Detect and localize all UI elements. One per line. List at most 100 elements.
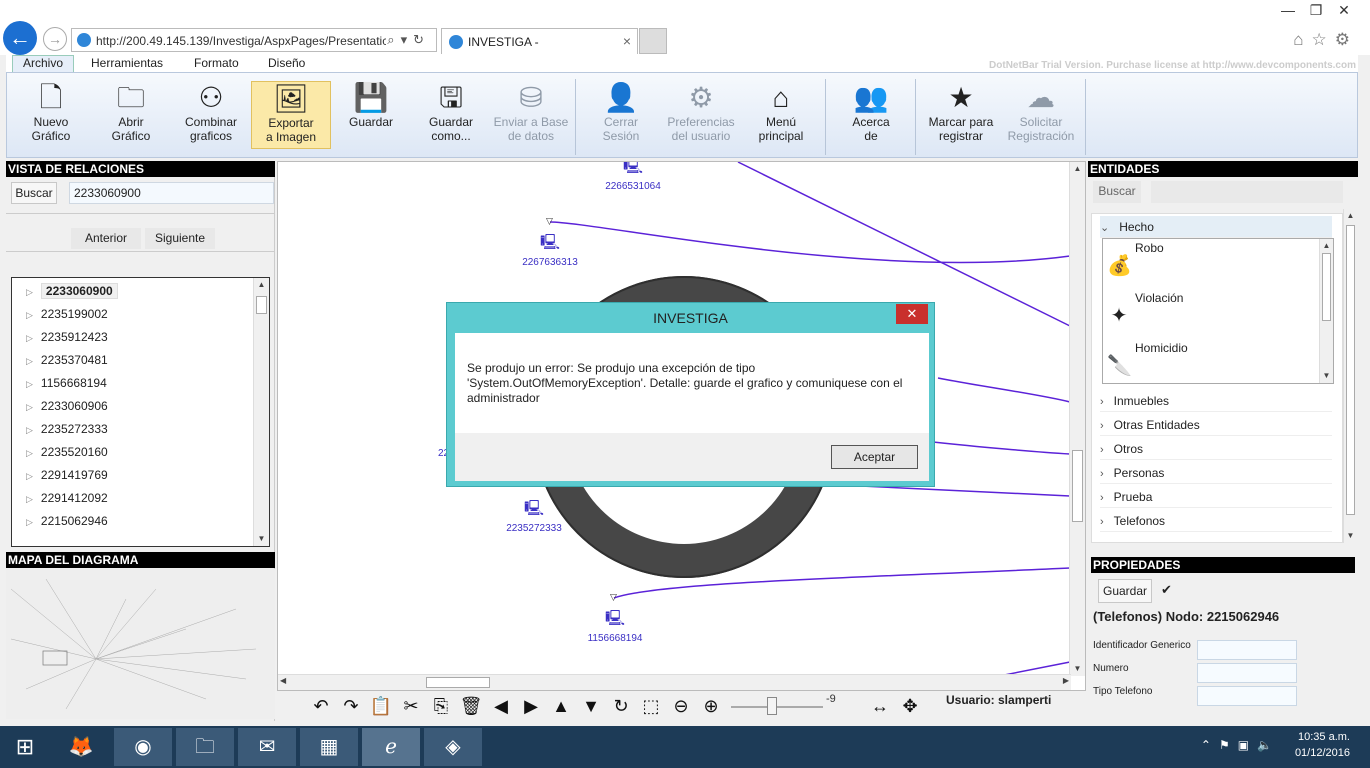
aceptar-button[interactable]: Aceptar — [831, 445, 918, 469]
cut-icon[interactable]: ✂ — [399, 694, 423, 718]
expand-icon[interactable]: ▷ — [26, 471, 33, 481]
category-otras-entidades[interactable]: › Otras Entidades — [1100, 414, 1332, 436]
scroll-left-icon[interactable]: ◀ — [280, 676, 286, 685]
tree-item[interactable]: ▷ 2233060906 — [26, 396, 108, 416]
tree-item[interactable]: ▷ 2235272333 — [26, 419, 108, 439]
app-icon[interactable]: ◈ — [424, 728, 482, 766]
chevron-down-icon[interactable]: ⌄ — [1100, 222, 1109, 234]
tipo-telefono-field[interactable] — [1197, 686, 1297, 706]
flag-icon[interactable]: ⚑ — [1219, 738, 1238, 752]
scroll-right-icon[interactable]: ▶ — [1063, 676, 1069, 685]
refresh-icon[interactable]: ↻ — [413, 32, 430, 47]
pan-icon[interactable]: ✥ — [898, 694, 922, 718]
arrow-right-icon[interactable]: ▶ — [519, 694, 543, 718]
paste-icon[interactable]: 📋 — [369, 694, 393, 718]
expand-icon[interactable]: ▷ — [26, 287, 33, 297]
acerca-de-button[interactable]: 👥 Acerca de — [831, 81, 911, 149]
zoom-in-icon[interactable]: ⊕ — [699, 694, 723, 718]
category-prueba[interactable]: › Prueba — [1100, 486, 1332, 508]
phone-node[interactable]: 🖳 2266531064 — [593, 162, 673, 192]
enviar-base-button[interactable]: ⛁ Enviar a Base de datos — [491, 81, 571, 149]
rotate-icon[interactable]: ↻ — [609, 694, 633, 718]
expand-icon[interactable]: ▷ — [26, 310, 33, 320]
identificador-field[interactable] — [1197, 640, 1297, 660]
chevron-right-icon[interactable]: › — [1100, 468, 1104, 480]
tree-item[interactable]: ▷ 2235520160 — [26, 442, 108, 462]
tree-item[interactable]: ▷ 2291412092 — [26, 488, 108, 508]
solicitar-registracion-button[interactable]: ☁ Solicitar Registración — [1001, 81, 1081, 149]
scroll-thumb[interactable] — [1346, 225, 1355, 515]
entity-item-violacion[interactable]: ✦ Violación — [1105, 289, 1315, 337]
address-tools[interactable]: ⌕▾↻ — [387, 32, 430, 48]
category-telefonos[interactable]: › Telefonos — [1100, 510, 1332, 532]
chevron-right-icon[interactable]: › — [1100, 492, 1104, 504]
phone-node[interactable]: ▽ 🖳 1156668194 — [575, 592, 655, 644]
menu-principal-button[interactable]: ⌂ Menú principal — [741, 81, 821, 149]
file-explorer-icon[interactable]: 🗀 — [176, 728, 234, 766]
close-tab-icon[interactable]: × — [623, 33, 631, 49]
dialog-close-button[interactable]: ✕ — [896, 304, 928, 324]
internet-explorer-icon[interactable]: ℯ — [362, 728, 420, 766]
new-tab-button[interactable] — [639, 28, 667, 54]
canvas-vscroll[interactable]: ▲ ▼ — [1069, 162, 1085, 676]
properties-save-button[interactable]: Guardar — [1098, 579, 1152, 603]
zoom-slider-thumb[interactable] — [767, 697, 777, 715]
entities-search-button[interactable]: Buscar — [1093, 181, 1141, 203]
menu-tab-archivo[interactable]: Archivo — [12, 55, 74, 73]
menu-tab-formato[interactable]: Formato — [194, 56, 239, 70]
select-all-icon[interactable]: ⬚ — [639, 694, 663, 718]
entity-item-robo[interactable]: 💰 Robo — [1105, 239, 1315, 287]
thunderbird-icon[interactable]: ✉ — [238, 728, 296, 766]
expand-icon[interactable]: ▷ — [26, 494, 33, 504]
browser-tab[interactable]: INVESTIGA - × — [441, 28, 638, 54]
relations-search-button[interactable]: Buscar — [11, 182, 57, 204]
phone-node[interactable]: 🖳 2235272333 — [494, 498, 574, 534]
tree-item[interactable]: ▷ 2215062946 — [26, 511, 108, 531]
scroll-down-icon[interactable]: ▼ — [1344, 529, 1357, 543]
siguiente-button[interactable]: Siguiente — [145, 228, 215, 249]
arrow-up-icon[interactable]: ▲ — [549, 694, 573, 718]
zoom-slider-track[interactable] — [731, 706, 823, 708]
volume-icon[interactable]: 🔈 — [1257, 738, 1280, 752]
expand-icon[interactable]: ▷ — [26, 425, 33, 435]
category-personas[interactable]: › Personas — [1100, 462, 1332, 484]
cerrar-sesion-button[interactable]: 👤 Cerrar Sesión — [581, 81, 661, 149]
scroll-thumb[interactable] — [1072, 450, 1083, 522]
nuevo-grafico-button[interactable]: 🗋 Nuevo Gráfico — [11, 81, 91, 149]
chevron-right-icon[interactable]: › — [1100, 444, 1104, 456]
tree-item[interactable]: ▷ 2291419769 — [26, 465, 108, 485]
tree-item[interactable]: ▷ 2235370481 — [26, 350, 108, 370]
tree-item[interactable]: ▷ 2233060900 — [26, 281, 118, 301]
menu-tab-herramientas[interactable]: Herramientas — [91, 56, 163, 70]
forward-button[interactable]: → — [43, 27, 67, 51]
search-icon[interactable]: ⌕ — [387, 32, 400, 47]
tree-item[interactable]: ▷ 2235199002 — [26, 304, 108, 324]
chevron-up-icon[interactable]: ⌃ — [1201, 738, 1219, 752]
canvas-hscroll[interactable]: ◀ ▶ — [278, 674, 1071, 690]
favorites-star-icon[interactable]: ☆ — [1312, 30, 1335, 49]
scroll-thumb[interactable] — [426, 677, 490, 688]
expand-icon[interactable]: ▷ — [26, 517, 33, 527]
expand-icon[interactable]: ▷ — [26, 402, 33, 412]
marcar-registrar-button[interactable]: ★ Marcar para registrar — [921, 81, 1001, 149]
abrir-grafico-button[interactable]: 🗀 Abrir Gráfico — [91, 81, 171, 149]
scroll-down-icon[interactable]: ▼ — [1070, 662, 1085, 676]
clock[interactable]: 10:35 a.m. 01/12/2016 — [1295, 729, 1350, 761]
category-hecho[interactable]: ⌄ Hecho — [1100, 216, 1332, 238]
settings-gear-icon[interactable]: ⚙ — [1335, 30, 1358, 49]
anterior-button[interactable]: Anterior — [71, 228, 141, 249]
copy-icon[interactable]: ⎘ — [429, 694, 453, 718]
scroll-up-icon[interactable]: ▲ — [1320, 239, 1333, 253]
arrow-left-icon[interactable]: ◀ — [489, 694, 513, 718]
scroll-up-icon[interactable]: ▲ — [1070, 162, 1085, 176]
scroll-up-icon[interactable]: ▲ — [254, 278, 269, 292]
spreadsheet-icon[interactable]: ▦ — [300, 728, 358, 766]
expand-icon[interactable]: ▷ — [26, 333, 33, 343]
zoom-out-icon[interactable]: ⊖ — [669, 694, 693, 718]
windows-start-icon[interactable]: ⊞ — [8, 734, 42, 760]
expand-icon[interactable]: ▷ — [26, 356, 33, 366]
chevron-right-icon[interactable]: › — [1100, 516, 1104, 528]
category-otros[interactable]: › Otros — [1100, 438, 1332, 460]
entities-scrollbar[interactable]: ▲ ▼ — [1343, 209, 1357, 543]
dropdown-icon[interactable]: ▾ — [401, 32, 414, 47]
